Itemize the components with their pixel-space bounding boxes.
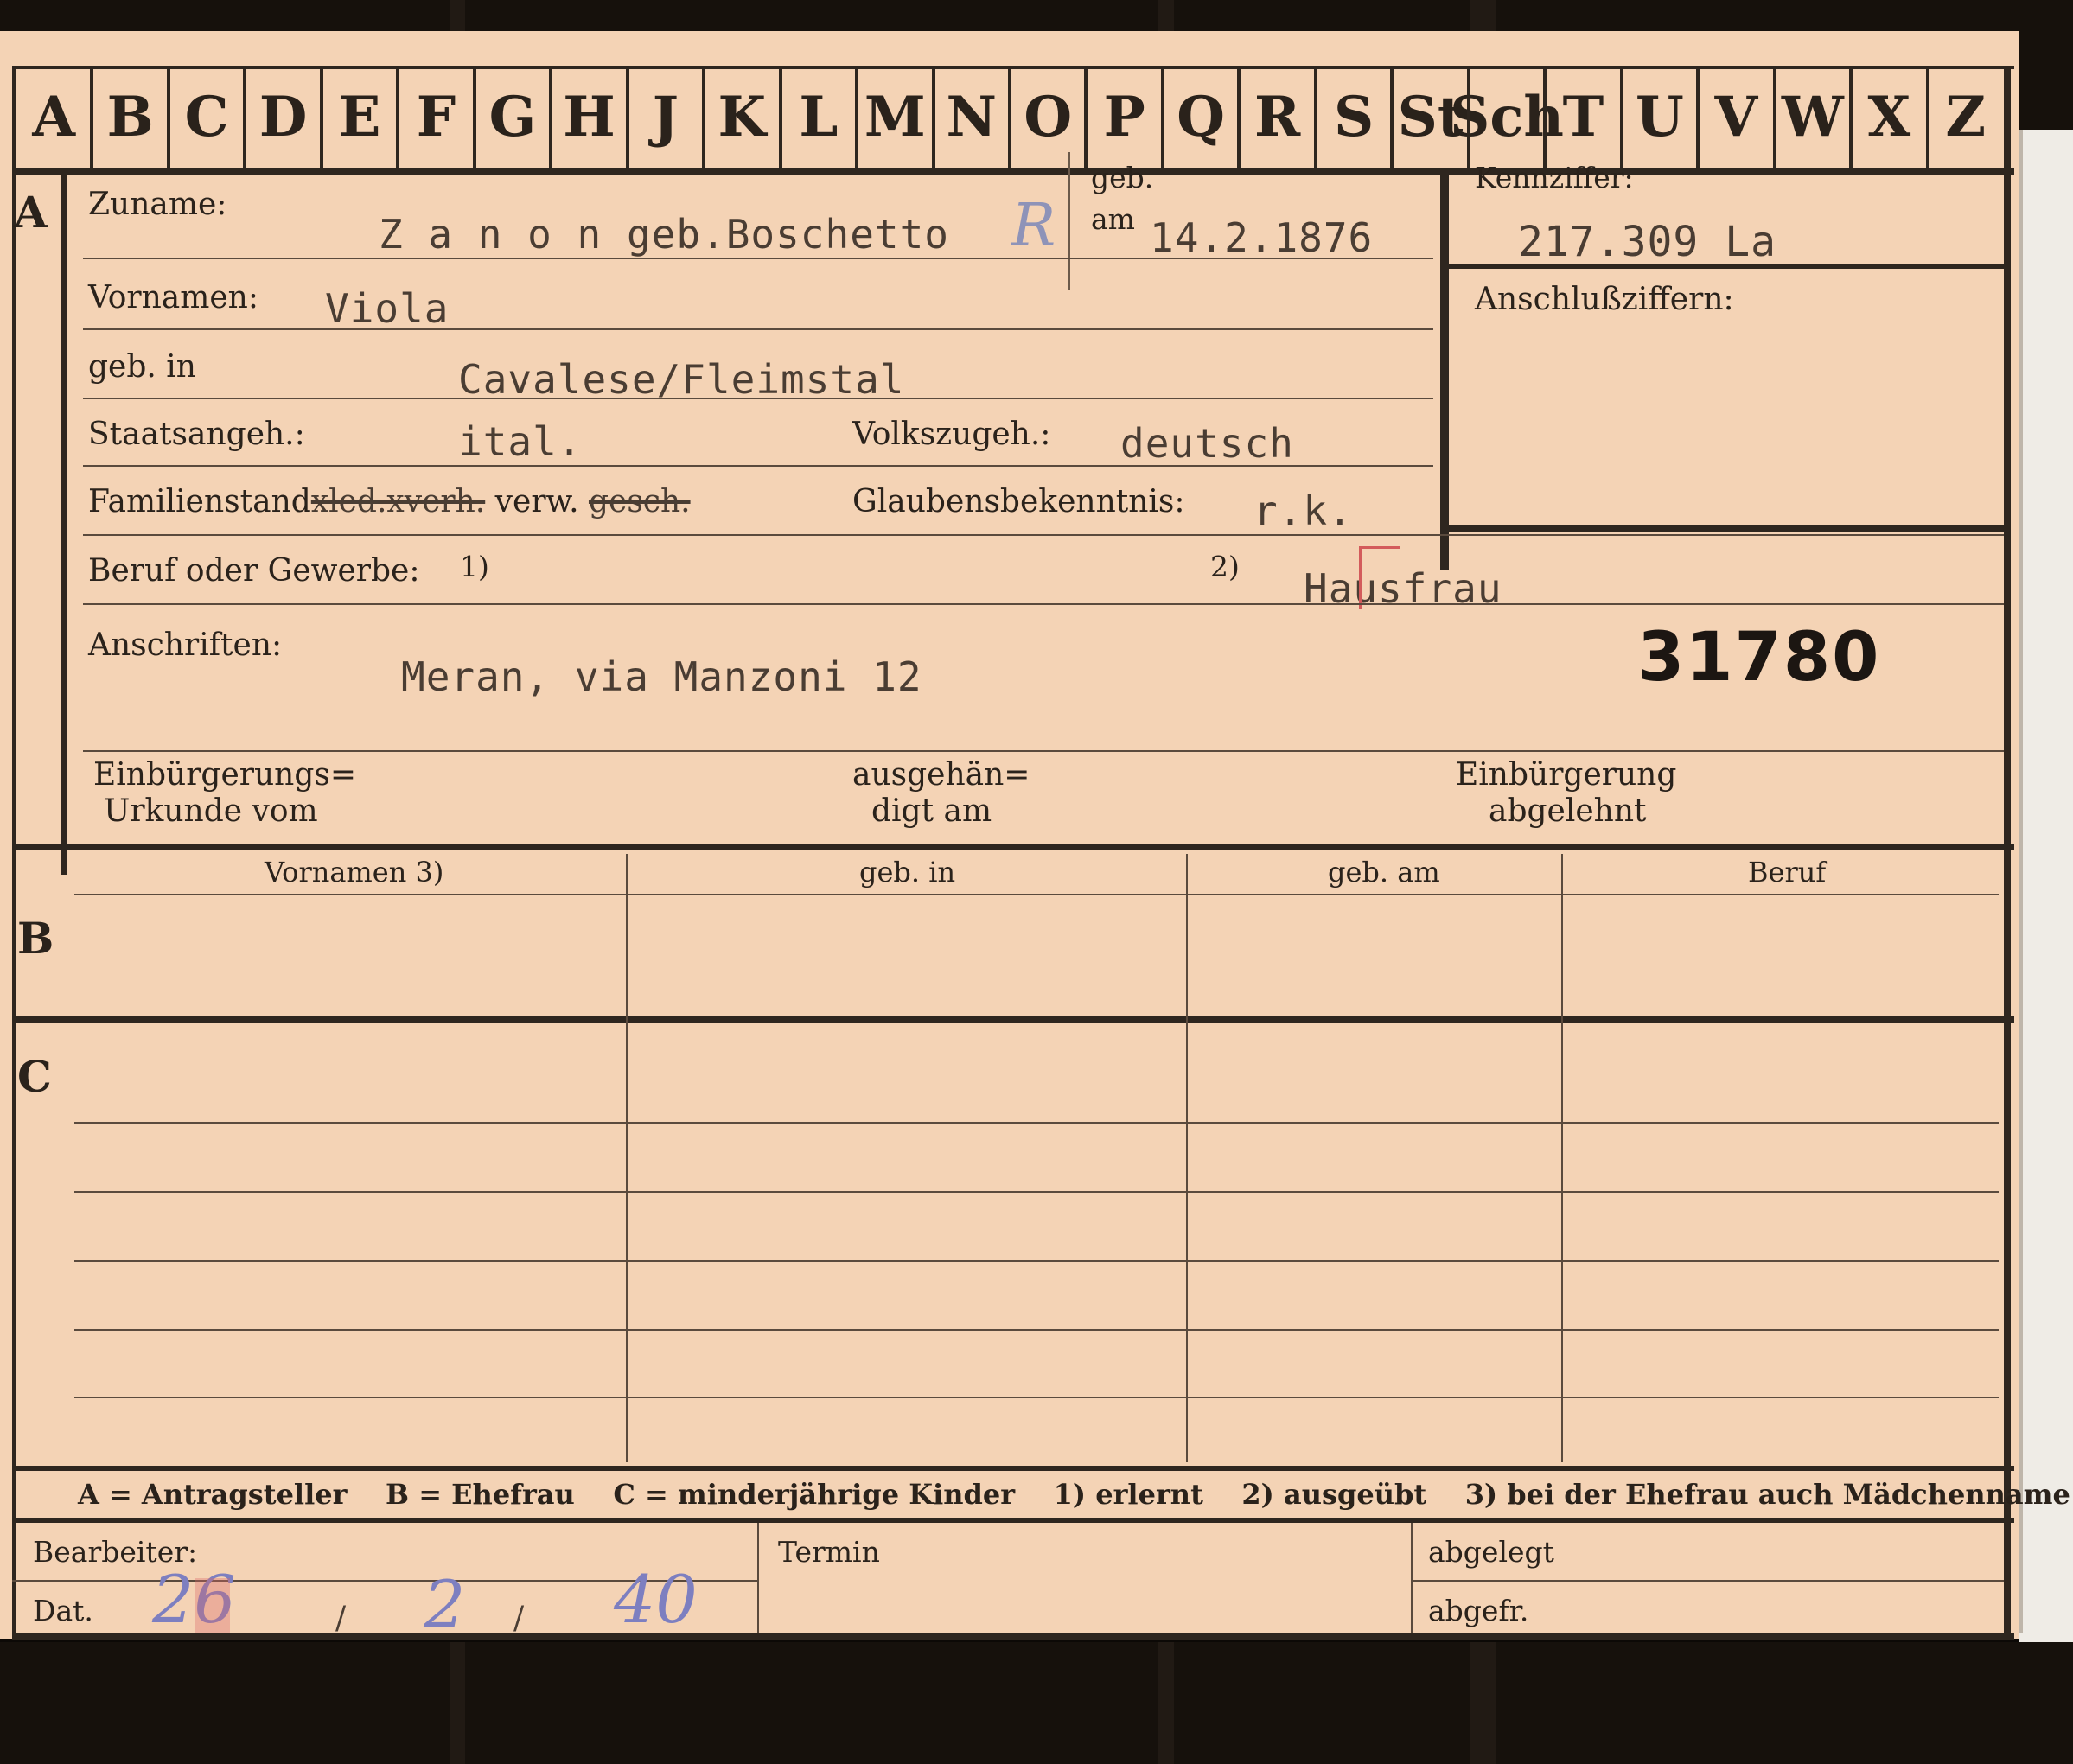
am-label: am [1091, 202, 1135, 236]
einbuergerungs-urkunde-label: Einbürgerungs= Urkunde vom [93, 757, 357, 829]
alphabet-tab: M [864, 84, 926, 150]
kennziffer-value: 217.309 La [1518, 218, 1776, 266]
alphabet-tab: H [563, 84, 616, 150]
alphabet-tab: Sch [1450, 84, 1564, 150]
alphabet-tab: O [1024, 84, 1073, 150]
termin-label: Termin [778, 1535, 880, 1569]
beruf-label: Beruf oder Gewerbe: [88, 553, 420, 589]
geb-in-label: geb. in [88, 349, 196, 385]
alphabet-tab: Q [1177, 84, 1226, 150]
alphabet-tab: B [106, 84, 154, 150]
section-c-marker: C [17, 1051, 52, 1102]
alphabet-tab: L [799, 84, 839, 150]
alphabet-tab: Z [1945, 84, 1987, 150]
alphabet-tab: N [946, 84, 998, 150]
staatsangeh-value: ital. [458, 418, 583, 465]
alphabet-tab: J [652, 84, 679, 150]
familienstand-struck-1: xled.xverh. [310, 484, 486, 519]
geb-label: geb. [1091, 161, 1154, 194]
einbuergerung-abgelehnt-label: Einbürgerung abgelehnt [1456, 757, 1677, 829]
familienstand-label: Familienstandxled.xverh. verw. gesch. [88, 484, 691, 519]
alphabet-tab: R [1254, 84, 1301, 150]
volkszugeh-label: Volkszugeh.: [852, 417, 1051, 452]
date-year: 40 [614, 1561, 698, 1638]
alphabet-tab: C [184, 84, 229, 150]
dat-label: Dat. [33, 1594, 93, 1627]
section-a-marker: A [14, 187, 48, 238]
legend-line: A = Antragsteller B = Ehefrau C = minder… [78, 1478, 2070, 1511]
vornamen-value: Viola [325, 285, 450, 332]
header-vornamen: Vornamen 3) [265, 856, 444, 888]
alphabet-tab: T [1562, 84, 1604, 150]
date-month: 2 [424, 1566, 466, 1643]
familienstand-struck-2: gesch. [588, 484, 691, 519]
alphabet-tab: X [1867, 84, 1911, 150]
date-separator-2: / [513, 1601, 525, 1636]
geb-in-value: Cavalese/Fleimstal [458, 356, 905, 403]
alphabet-tab: F [416, 84, 456, 150]
alphabet-tab: S [1333, 84, 1375, 150]
glaubens-value: r.k. [1253, 487, 1353, 534]
index-card: A B C D E F G H J K L M N O P Q R S St Sch T U V W X Z A B C Zuna… [0, 31, 2070, 1643]
stamp-number: 31780 [1637, 619, 1881, 697]
beruf-note-1: 1) [460, 550, 489, 583]
header-geb-am: geb. am [1328, 856, 1440, 888]
staatsangeh-label: Staatsangeh.: [88, 417, 305, 452]
alphabet-tab: P [1103, 84, 1145, 150]
kennziffer-label: Kennziffer: [1475, 161, 1634, 194]
alphabet-tab: A [32, 84, 76, 150]
red-correction-mark [1359, 546, 1400, 609]
zuname-label: Zuname: [88, 187, 227, 222]
header-beruf: Beruf [1748, 856, 1827, 888]
section-b-marker: B [17, 913, 54, 964]
alphabet-tab: E [338, 84, 381, 150]
alphabet-tab: V [1714, 84, 1758, 150]
alphabet-tab: U [1636, 84, 1684, 150]
alphabet-tab: G [488, 84, 537, 150]
date-separator-1: / [335, 1601, 347, 1636]
card-edge [2014, 130, 2073, 1642]
vornamen-label: Vornamen: [88, 280, 258, 315]
anschluss-label: Anschlußziffern: [1475, 282, 1734, 317]
anschriften-label: Anschriften: [88, 627, 283, 663]
volkszugeh-value: deutsch [1120, 420, 1294, 467]
alphabet-tab: K [718, 84, 767, 150]
geb-am-value: 14.2.1876 [1150, 214, 1374, 261]
anschriften-value: Meran, via Manzoni 12 [401, 653, 922, 700]
zuname-mark: R [1011, 192, 1056, 260]
abgefr-label: abgefr. [1428, 1594, 1529, 1627]
header-geb-in: geb. in [859, 856, 956, 888]
alphabet-tab: D [258, 84, 308, 150]
glaubens-label: Glaubensbekenntnis: [852, 484, 1185, 519]
beruf-note-2: 2) [1210, 550, 1240, 583]
alphabet-tab: W [1781, 84, 1844, 150]
abgelegt-label: abgelegt [1428, 1535, 1554, 1569]
familienstand-verw: verw. [494, 484, 579, 519]
zuname-value: Z a n o n geb.Boschetto [379, 211, 949, 258]
ausgehaendigt-label: ausgehän= digt am [852, 757, 1030, 829]
